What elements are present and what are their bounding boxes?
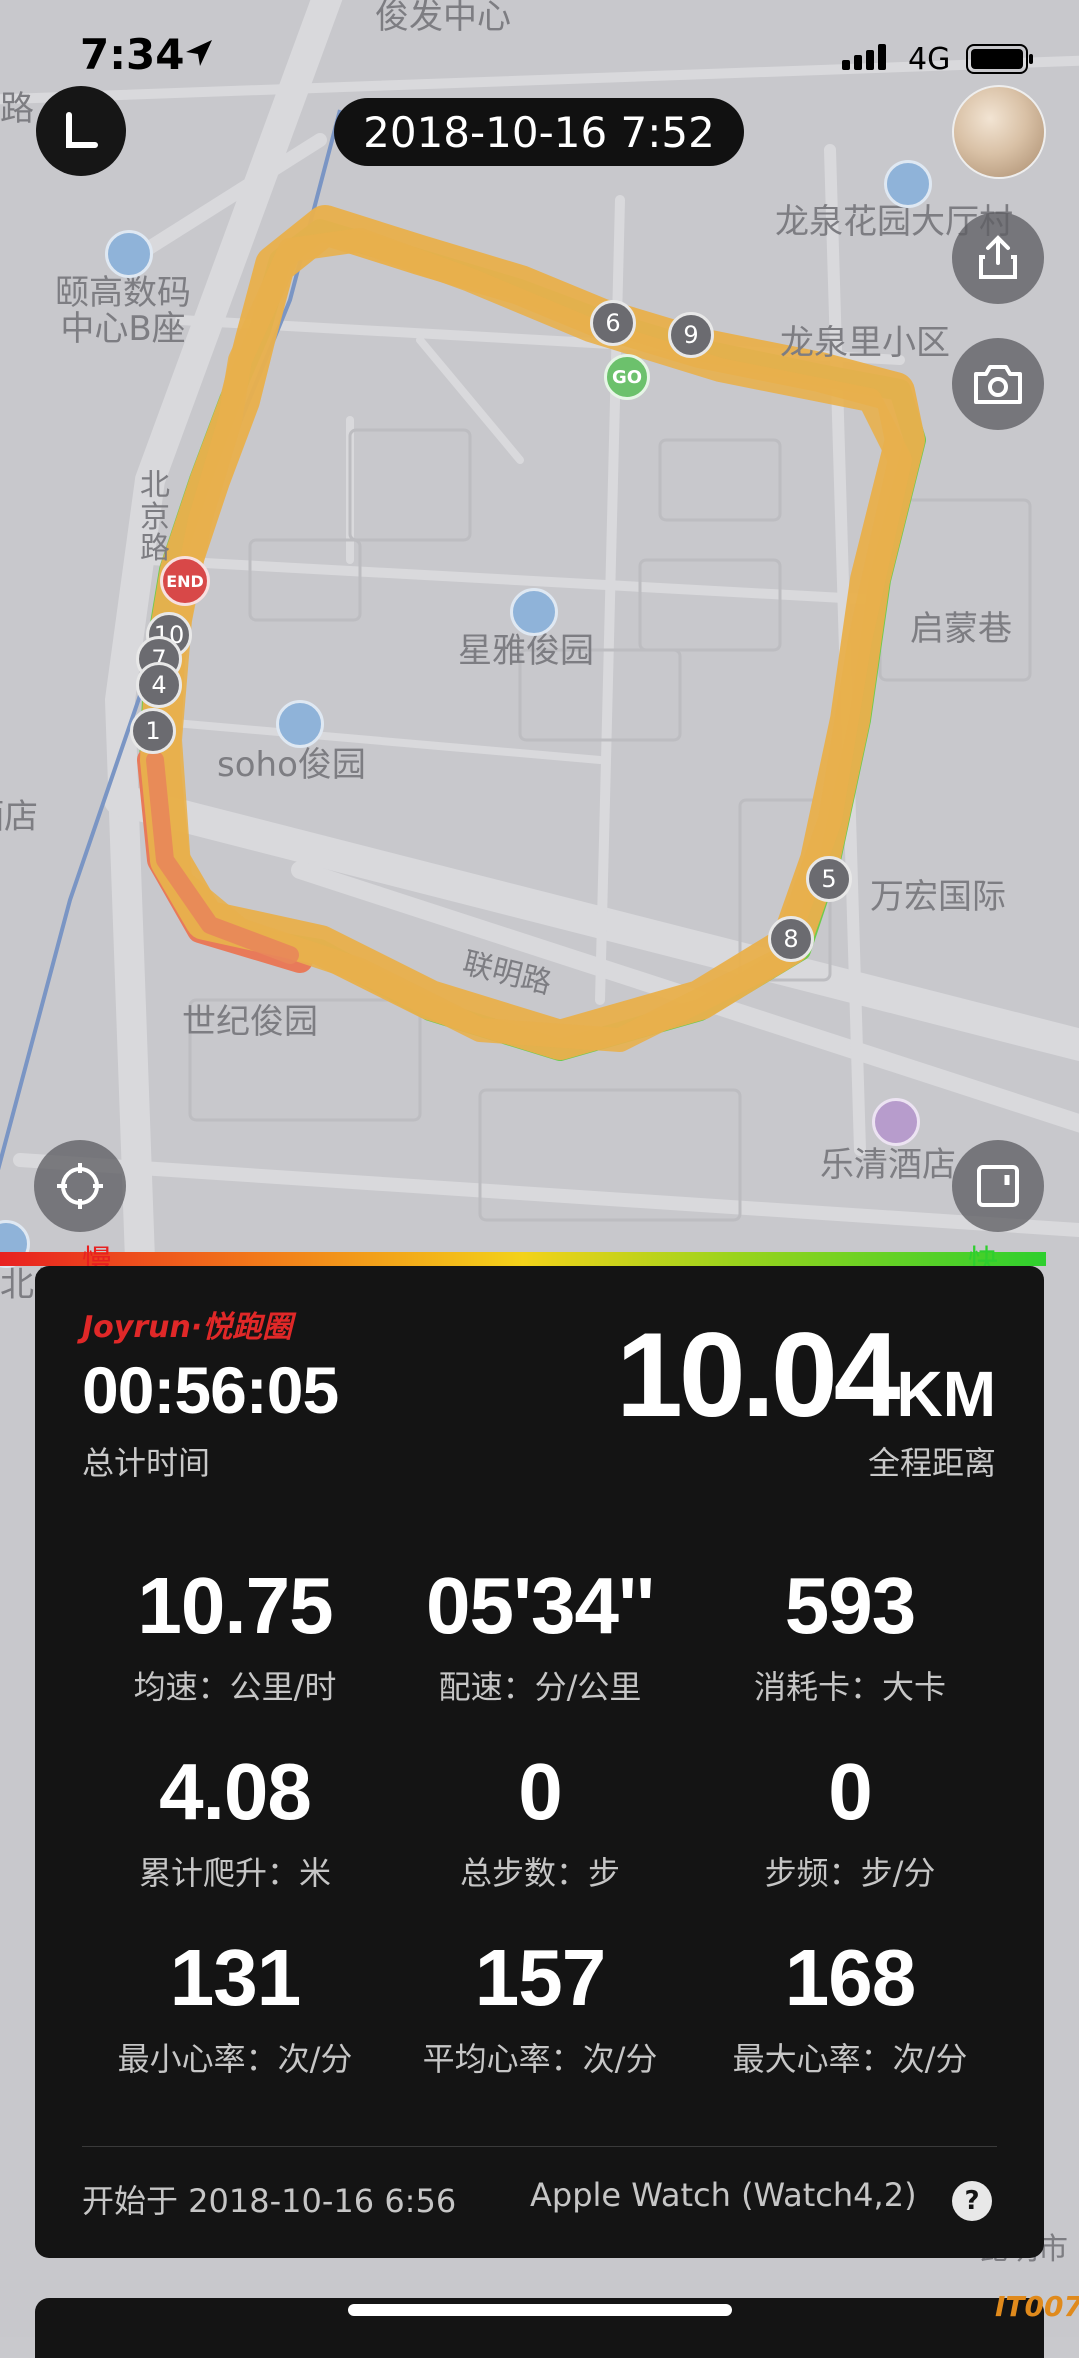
distance-value: 10.04 — [616, 1308, 900, 1442]
map-style-button[interactable] — [952, 1140, 1044, 1232]
run-summary-panel: Joyrun·悦跑圈 00:56:05 总计时间 10.04KM 全程距离 10… — [35, 1266, 1044, 2258]
stat-label: 步频：步/分 — [764, 1854, 936, 1892]
poi-icon-longquan — [884, 160, 932, 208]
total-time: 00:56:05 — [82, 1353, 339, 1427]
stat-value: 05'34'' — [425, 1561, 655, 1650]
map-label-xingya: 星雅俊园 — [458, 631, 594, 671]
joyrun-logo-icon — [66, 112, 98, 148]
share-icon — [979, 235, 1017, 279]
stat-label: 消耗卡：大卡 — [753, 1668, 946, 1706]
location-arrow-icon — [186, 40, 212, 66]
stat-value: 157 — [474, 1933, 606, 2022]
app-logo-button[interactable] — [36, 86, 126, 176]
stat-cadence: 0 步频：步/分 — [685, 1752, 1015, 1894]
map-label-wanhong: 万宏国际 — [870, 877, 1006, 917]
start-marker[interactable]: GO — [604, 354, 650, 400]
map-label-qimeng: 启蒙巷 — [910, 609, 1012, 649]
distance: 10.04KM — [616, 1306, 996, 1444]
map-label-left-shop: 酒店 — [0, 797, 38, 837]
camera-icon — [974, 365, 1022, 404]
stat-value: 0 — [828, 1747, 873, 1836]
stat-value: 168 — [784, 1933, 916, 2022]
km-marker-5[interactable]: 5 — [806, 856, 852, 902]
km-marker-4[interactable]: 4 — [136, 662, 182, 708]
locate-button[interactable] — [34, 1140, 126, 1232]
stat-pace: 05'34'' 配速：分/公里 — [375, 1566, 705, 1708]
poi-icon-xingya — [510, 588, 558, 636]
total-time-label: 总计时间 — [82, 1444, 211, 1482]
share-button[interactable] — [952, 212, 1044, 304]
stat-value: 10.75 — [137, 1561, 333, 1650]
poi-icon-yigao — [105, 230, 153, 278]
stat-label: 最小心率：次/分 — [117, 2040, 353, 2078]
pace-gradient-bar — [0, 1252, 1046, 1266]
stat-min-hr: 131 最小心率：次/分 — [70, 1938, 400, 2080]
map-label-beijing-road: 北 京 路 — [140, 468, 170, 566]
map-label-yigao: 颐高数码 中心B座 — [55, 273, 191, 349]
camera-button[interactable] — [952, 338, 1044, 430]
end-marker[interactable]: END — [160, 556, 210, 606]
stat-label: 配速：分/公里 — [438, 1668, 642, 1706]
distance-label: 全程距离 — [867, 1444, 996, 1482]
map-layer-icon — [977, 1165, 1019, 1207]
stat-max-hr: 168 最大心率：次/分 — [685, 1938, 1015, 2080]
avatar[interactable] — [952, 85, 1046, 179]
stat-label: 平均心率：次/分 — [422, 2040, 658, 2078]
poi-icon-soho — [276, 700, 324, 748]
crosshair-icon — [57, 1163, 103, 1209]
stat-calories: 593 消耗卡：大卡 — [685, 1566, 1015, 1708]
km-marker-1[interactable]: 1 — [130, 708, 176, 754]
watermark: IT007 — [995, 2290, 1079, 2323]
stat-avg-speed: 10.75 均速：公里/时 — [70, 1566, 400, 1708]
battery-icon — [966, 44, 1033, 74]
stat-label: 最大心率：次/分 — [732, 2040, 968, 2078]
brand-logo: Joyrun·悦跑圈 — [82, 1310, 293, 1345]
divider — [82, 2146, 997, 2147]
stat-value: 593 — [784, 1561, 916, 1650]
hotel-icon-leqing — [872, 1098, 920, 1146]
status-bar: 7:34 4G — [0, 30, 1079, 90]
signal-icon — [842, 44, 886, 70]
distance-unit: KM — [896, 1358, 996, 1430]
stat-elevation: 4.08 累计爬升：米 — [70, 1752, 400, 1894]
run-date: 2018-10-16 7:52 — [334, 98, 744, 166]
km-marker-8[interactable]: 8 — [768, 916, 814, 962]
home-indicator[interactable] — [348, 2304, 732, 2316]
help-button[interactable]: ? — [952, 2181, 992, 2221]
km-marker-9[interactable]: 9 — [668, 312, 714, 358]
network-type: 4G — [908, 42, 951, 77]
stat-value: 0 — [518, 1747, 563, 1836]
stat-value: 4.08 — [159, 1747, 312, 1836]
stat-avg-hr: 157 平均心率：次/分 — [375, 1938, 705, 2080]
status-time: 7:34 — [80, 30, 185, 79]
stat-label: 总步数：步 — [459, 1854, 620, 1892]
stat-value: 131 — [169, 1933, 301, 2022]
stat-label: 累计爬升：米 — [138, 1854, 331, 1892]
km-marker-6[interactable]: 6 — [590, 300, 636, 346]
map-label-shiji: 世纪俊园 — [182, 1002, 318, 1042]
device-name: Apple Watch (Watch4,2) — [530, 2176, 917, 2214]
stat-steps: 0 总步数：步 — [375, 1752, 705, 1894]
start-time: 开始于 2018-10-16 6:56 — [82, 2182, 457, 2220]
map-label-leqing: 乐清酒店 — [820, 1145, 956, 1185]
map-label-longquanli: 龙泉里小区 — [780, 323, 950, 363]
stat-label: 均速：公里/时 — [133, 1668, 337, 1706]
map-label-soho: soho俊园 — [217, 745, 366, 785]
map-label-left-road: 路 — [0, 89, 34, 129]
